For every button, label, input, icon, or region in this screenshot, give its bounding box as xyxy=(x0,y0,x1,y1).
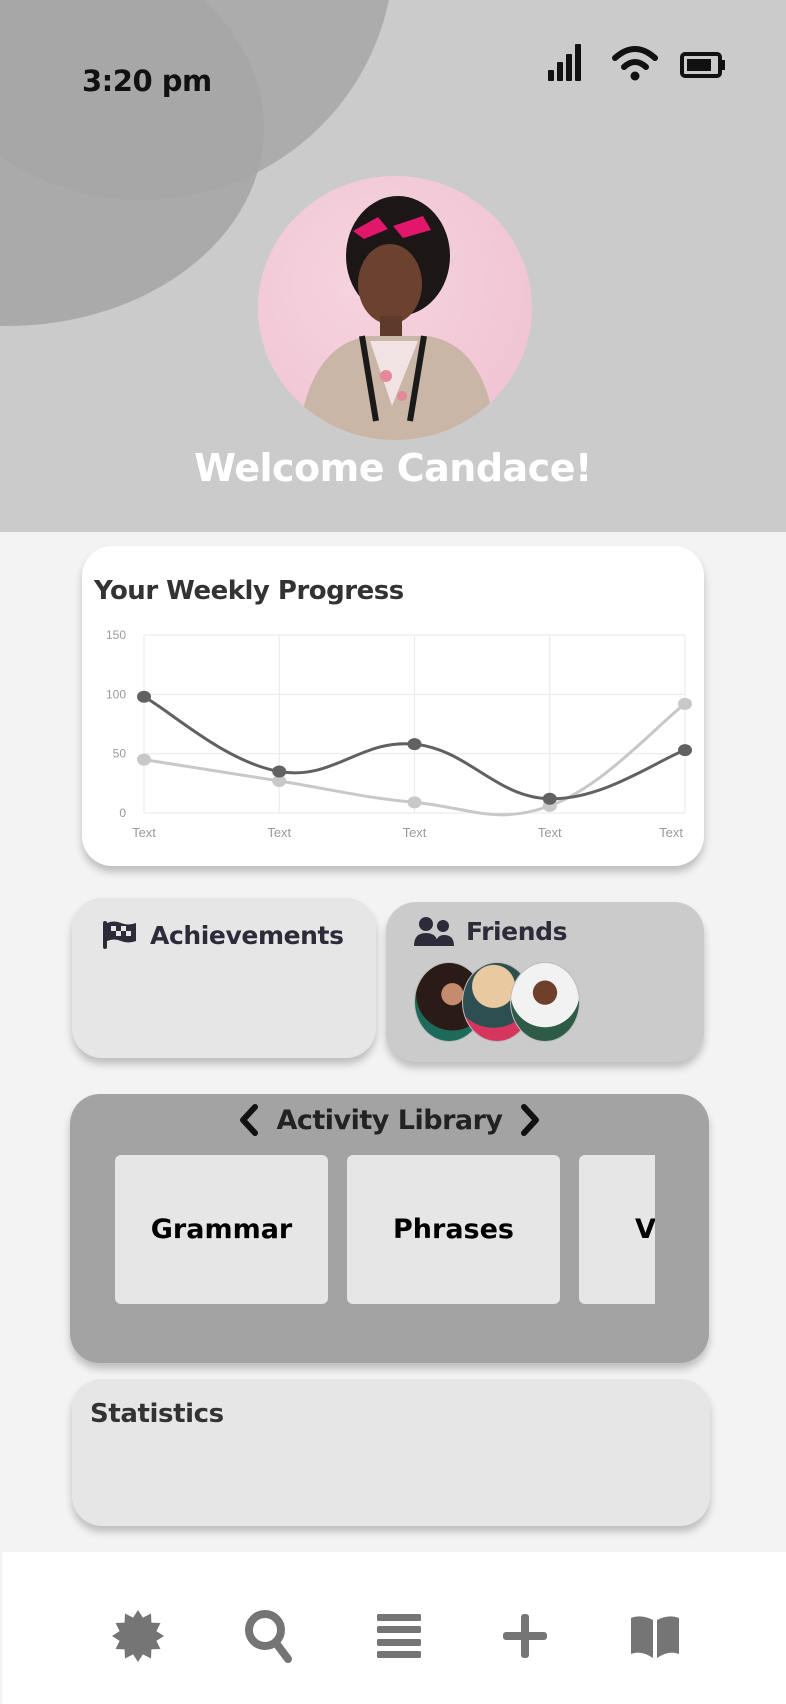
friends-card[interactable]: Friends xyxy=(386,902,704,1062)
x-tick-label: Text xyxy=(403,825,427,840)
nav-add[interactable] xyxy=(495,1606,555,1666)
wifi-icon xyxy=(612,46,658,81)
chevron-right-icon[interactable] xyxy=(519,1104,541,1136)
status-icons xyxy=(548,44,726,82)
statistics-card[interactable]: Statistics xyxy=(72,1379,710,1526)
avatar-portrait xyxy=(298,196,496,440)
nav-search[interactable] xyxy=(240,1606,300,1666)
signal-icon xyxy=(548,44,581,81)
activity-tile-grammar[interactable]: Grammar xyxy=(115,1155,328,1304)
activity-library-title: Activity Library xyxy=(276,1104,503,1136)
search-icon xyxy=(245,1610,292,1663)
y-tick-label: 0 xyxy=(119,806,126,820)
users-icon xyxy=(414,917,454,946)
x-tick-label: Text xyxy=(267,825,291,840)
weekly-progress-card: Your Weekly Progress 0 50 100 150 Text Text Te… xyxy=(82,546,704,866)
achievements-card[interactable]: Achievements xyxy=(72,898,376,1058)
bottom-nav xyxy=(2,1552,786,1704)
activity-tile-partial[interactable]: V xyxy=(579,1155,655,1304)
chevron-left-icon[interactable] xyxy=(238,1104,260,1136)
data-point-series-1 xyxy=(678,744,692,757)
nav-library[interactable] xyxy=(625,1606,685,1666)
x-tick-label: Text xyxy=(132,825,156,840)
y-tick-label: 100 xyxy=(106,687,126,701)
welcome-message: Welcome Candace! xyxy=(194,446,592,490)
data-point-series-2 xyxy=(678,697,692,710)
y-tick-label: 150 xyxy=(106,628,126,642)
book-icon xyxy=(631,1616,679,1658)
data-point-series-1 xyxy=(137,690,151,703)
statistics-title: Statistics xyxy=(90,1399,224,1429)
badge-icon xyxy=(112,1610,164,1662)
friends-title: Friends xyxy=(466,916,568,946)
data-point-series-1 xyxy=(542,792,557,805)
x-tick-label: Text xyxy=(538,825,562,840)
nav-list[interactable] xyxy=(369,1606,429,1666)
weekly-progress-chart: 0 50 100 150 Text Text Text Text Text xyxy=(106,628,692,840)
x-tick-label: Text xyxy=(659,825,683,840)
data-point-series-1 xyxy=(407,738,422,751)
nav-badge[interactable] xyxy=(108,1606,168,1666)
data-point-series-1 xyxy=(272,765,287,778)
data-point-series-2 xyxy=(407,796,422,809)
checkered-flag-icon xyxy=(103,921,136,949)
friends-avatars xyxy=(414,962,604,1042)
profile-header: 3:20 pm Welcome Candace! xyxy=(0,0,786,532)
status-time: 3:20 pm xyxy=(82,64,212,98)
y-tick-label: 50 xyxy=(113,747,127,761)
achievements-title: Achievements xyxy=(150,920,344,950)
activity-library-card: Activity Library Grammar Phrases V xyxy=(70,1094,709,1363)
friend-avatar[interactable] xyxy=(510,962,580,1042)
battery-icon xyxy=(680,52,725,78)
activity-tile-phrases[interactable]: Phrases xyxy=(347,1155,560,1304)
avatar[interactable] xyxy=(258,176,532,440)
decorative-circle xyxy=(0,0,264,326)
data-point-series-2 xyxy=(137,753,151,766)
add-icon xyxy=(503,1614,547,1658)
list-icon xyxy=(377,1614,421,1658)
